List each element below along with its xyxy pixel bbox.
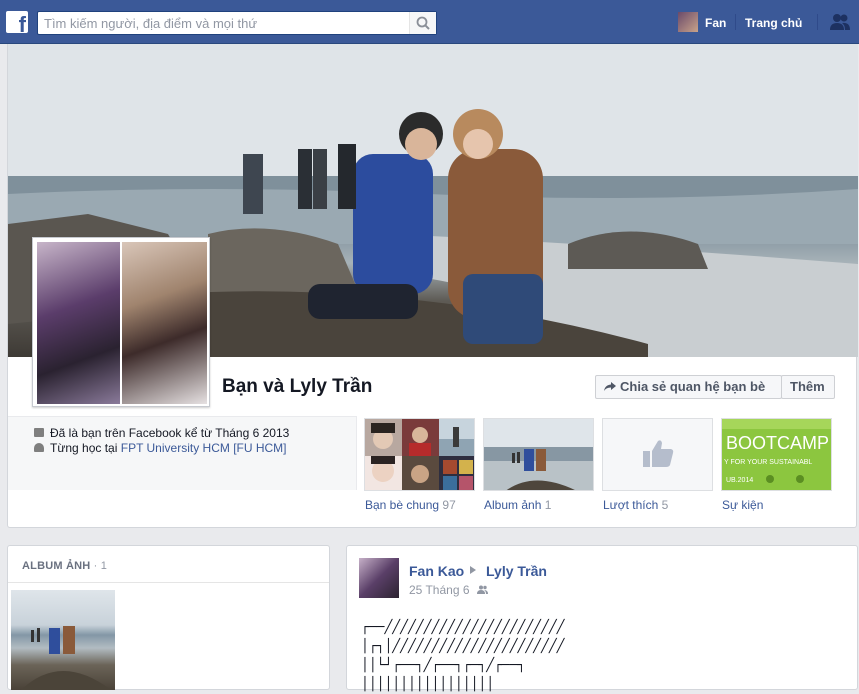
school-icon [34, 443, 44, 452]
divider [8, 582, 329, 583]
nav-profile-link[interactable]: Fan [678, 12, 738, 32]
top-navigation-bar: f Fan Trang chủ [0, 0, 859, 44]
events-label[interactable]: Sự kiện [722, 498, 763, 512]
avatar [678, 12, 698, 32]
share-friendship-button[interactable]: Chia sẻ quan hệ bạn bè [595, 375, 782, 399]
photo-album-tile[interactable] [483, 418, 594, 491]
album-section-title[interactable]: ALBUM ẢNH · 1 [22, 560, 107, 572]
nav-divider [817, 14, 818, 30]
photo-album-label[interactable]: Album ảnh 1 [484, 498, 551, 512]
profile-picture[interactable] [32, 237, 210, 407]
studied-prefix: Từng học tại [50, 441, 121, 455]
events-text: Sự kiện [722, 498, 764, 512]
post-target-link[interactable]: Lyly Trần [486, 563, 547, 579]
tag-icon [34, 428, 44, 437]
timeline-header: Bạn và Lyly Trần Chia sẻ quan hệ bạn bè … [7, 44, 858, 528]
search-button[interactable] [409, 12, 436, 34]
share-arrow-icon [604, 382, 616, 391]
likes-text: Lượt thích [603, 498, 659, 512]
timeline-post: Fan Kao Lyly Trần 25 Tháng 6 ┌──╱╱╱╱╱╱╱╱… [346, 545, 858, 692]
avatar[interactable] [359, 558, 399, 598]
friends-since-text: Đã là bạn trên Facebook kể từ Tháng 6 20… [50, 426, 290, 440]
album-thumbnail [484, 419, 593, 490]
nav-divider [735, 14, 736, 30]
school-link[interactable]: FPT University HCM [FU HCM] [121, 441, 287, 455]
thumbs-up-icon [643, 440, 674, 467]
nav-user-name: Fan [705, 16, 727, 30]
friendship-info: Đã là bạn trên Facebook kể từ Tháng 6 20… [8, 416, 357, 490]
friend-requests-icon[interactable] [829, 12, 851, 32]
mutual-friends-count: 97 [442, 498, 456, 512]
profile-photo-right [122, 242, 207, 404]
search-box [37, 11, 437, 35]
album-title-text: ALBUM ẢNH [22, 560, 91, 572]
search-icon [416, 16, 430, 30]
photo-album-count: 1 [544, 498, 552, 512]
post-body-text: ┌──╱╱╱╱╱╱╱╱╱╱╱╱╱╱╱╱╱╱╱╱╱╱╱ │┌┐│╱╱╱╱╱╱╱╱╱… [361, 620, 565, 692]
studied-at-text: Từng học tại FPT University HCM [FU HCM] [50, 441, 287, 455]
events-tile[interactable]: BOOTCAMP Y FOR YOUR SUSTAINABL UB.2014 [721, 418, 832, 491]
album-photo-thumbnail[interactable] [11, 590, 115, 690]
arrow-right-icon [470, 566, 476, 574]
bootcamp-title: BOOTCAMP [726, 433, 829, 453]
post-timestamp[interactable]: 25 Tháng 6 [409, 583, 470, 597]
mutual-friends-text: Bạn bè chung [365, 498, 440, 512]
bootcamp-event-image: BOOTCAMP Y FOR YOUR SUSTAINABL UB.2014 [722, 419, 831, 490]
mutual-friends-collage [365, 419, 474, 490]
mutual-friends-tile[interactable] [364, 418, 475, 491]
likes-count: 5 [661, 498, 669, 512]
likes-label[interactable]: Lượt thích 5 [603, 498, 668, 512]
nav-home-link[interactable]: Trang chủ [745, 16, 802, 30]
page-title: Bạn và Lyly Trần [222, 376, 373, 397]
share-friendship-label: Chia sẻ quan hệ bạn bè [620, 379, 766, 394]
mutual-friends-label[interactable]: Bạn bè chung 97 [365, 498, 456, 512]
bootcamp-date: UB.2014 [726, 477, 753, 484]
post-author-link[interactable]: Fan Kao [409, 563, 464, 579]
more-button[interactable]: Thêm [781, 375, 835, 399]
likes-tile[interactable] [602, 418, 713, 491]
search-input[interactable] [38, 12, 410, 34]
bootcamp-subtitle: Y FOR YOUR SUSTAINABL [724, 459, 812, 466]
profile-photo-left [37, 242, 120, 404]
album-photo-illustration [21, 626, 111, 690]
album-count: · 1 [93, 560, 108, 572]
album-section: ALBUM ẢNH · 1 [7, 545, 330, 690]
photo-album-text: Album ảnh [484, 498, 542, 512]
facebook-logo-icon[interactable]: f [6, 11, 28, 33]
friends-audience-icon[interactable] [477, 585, 488, 594]
